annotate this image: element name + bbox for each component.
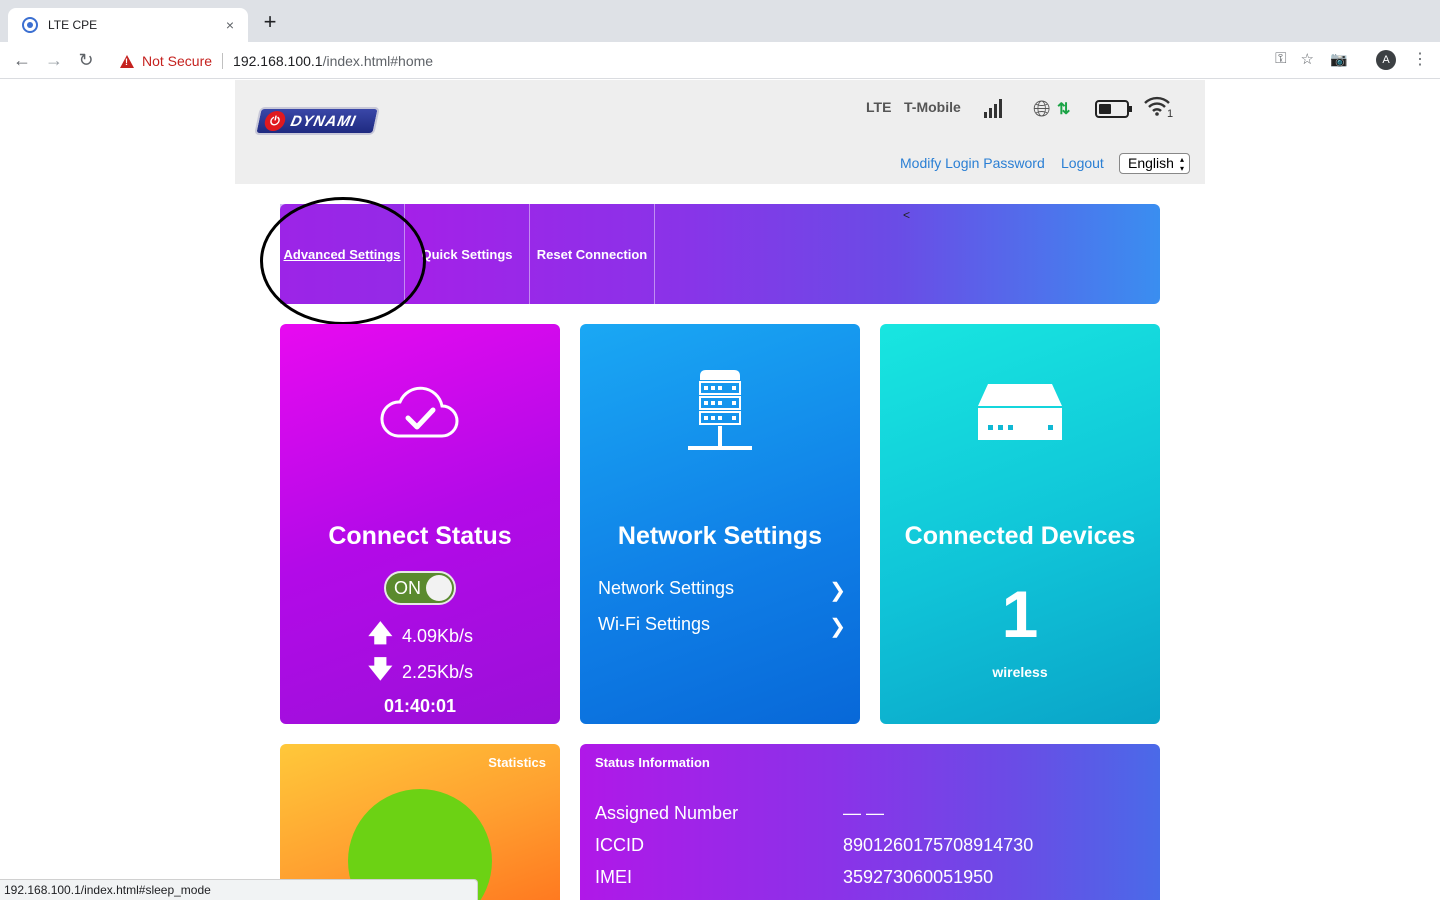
download-speed-row: 🡇 2.25Kb/s <box>368 656 488 687</box>
url-path: /index.html#home <box>322 53 434 69</box>
menu-quick-settings[interactable]: Quick Settings <box>405 204 530 304</box>
network-settings-link-label: Network Settings <box>598 578 735 598</box>
new-tab-button[interactable]: + <box>258 10 282 34</box>
statistics-card: Statistics <box>280 744 560 900</box>
security-indicator[interactable]: Not Secure <box>142 53 212 69</box>
info-label: IMEI <box>595 867 633 887</box>
browser-tab-strip: LTE CPE × + <box>0 0 1440 42</box>
profile-avatar[interactable]: A <box>1376 50 1396 70</box>
internet-globe-icon: 🌐︎ <box>1033 96 1051 121</box>
info-label: ICCID <box>595 835 644 855</box>
connect-status-title: Connect Status <box>328 522 512 550</box>
menu-scroll-caret[interactable]: < <box>903 208 910 222</box>
globe-favicon-icon <box>22 17 38 33</box>
connection-uptime: 01:40:01 <box>383 696 457 716</box>
chevron-right-icon: ❯ <box>829 616 846 638</box>
wifi-client-count: 1 <box>1167 108 1174 120</box>
browser-toolbar: ← → ↻ Not Secure 192.168.100.1 /index.ht… <box>0 42 1440 79</box>
toggle-label: ON <box>394 578 421 598</box>
key-icon[interactable]: ⚿ <box>1275 50 1286 68</box>
battery-icon <box>1095 100 1132 118</box>
upload-speed: 4.09Kb/s <box>402 625 474 646</box>
more-menu-icon[interactable]: ⋮ <box>1412 48 1428 72</box>
connection-toggle[interactable]: ON <box>384 571 456 605</box>
connect-status-card: Connect Status ON 🡅 4.09Kb/s 🡇 2.25Kb/s … <box>280 324 560 724</box>
dynami-logo: ⏻ DYNAMI <box>254 107 380 135</box>
logout-link[interactable]: Logout <box>1061 155 1104 171</box>
power-logo-icon: ⏻ <box>262 111 288 131</box>
forward-arrow-icon[interactable]: → <box>38 44 70 76</box>
warning-icon <box>120 54 134 68</box>
upload-speed-row: 🡅 4.09Kb/s <box>368 620 488 651</box>
reload-icon[interactable]: ↻ <box>70 44 102 76</box>
menu-advanced-settings[interactable]: Advanced Settings <box>280 204 405 304</box>
chevron-right-icon: ❯ <box>829 580 846 602</box>
tab-title: LTE CPE <box>48 18 98 32</box>
url-host: 192.168.100.1 <box>233 53 323 69</box>
connected-devices-title: Connected Devices <box>904 522 1136 550</box>
status-information-card: Status Information Assigned Number — — I… <box>580 744 1160 900</box>
connected-devices-card: Connected Devices 1 wireless <box>880 324 1160 724</box>
info-label: Assigned Number <box>595 803 739 823</box>
network-settings-title: Network Settings <box>617 522 823 550</box>
router-header: ⏻ DYNAMI LTE T-Mobile 🌐︎ ⇅ 1 Modify Logi… <box>235 80 1205 184</box>
omnibox-divider <box>222 53 224 69</box>
signal-strength-icon <box>984 98 1006 118</box>
network-type: LTE <box>866 99 892 115</box>
status-information-title: Status Information <box>595 755 710 770</box>
network-settings-link[interactable]: Network Settings ❯ <box>598 578 846 603</box>
carrier-name: T-Mobile <box>904 99 961 115</box>
close-tab-icon[interactable]: × <box>222 17 238 33</box>
main-menu-bar: Advanced Settings Quick Settings Reset C… <box>280 204 1160 304</box>
cloud-check-icon <box>380 386 459 438</box>
browser-tab[interactable]: LTE CPE × <box>8 8 248 42</box>
wifi-settings-link-label: Wi-Fi Settings <box>598 614 711 634</box>
address-bar[interactable]: Not Secure 192.168.100.1 /index.html#hom… <box>108 46 1326 76</box>
info-value: — — <box>843 803 885 823</box>
camera-icon[interactable]: 📷 <box>1330 51 1347 68</box>
back-arrow-icon[interactable]: ← <box>6 44 38 76</box>
server-icon <box>688 370 752 450</box>
modify-login-password-link[interactable]: Modify Login Password <box>900 155 1045 171</box>
menu-reset-connection[interactable]: Reset Connection <box>530 204 655 304</box>
data-transfer-arrows-icon: ⇅ <box>1057 101 1071 118</box>
language-select[interactable]: English <box>1119 153 1190 174</box>
statistics-title: Statistics <box>488 755 546 770</box>
link-preview-status-bar: 192.168.100.1/index.html#sleep_mode <box>0 879 478 900</box>
download-speed: 2.25Kb/s <box>402 661 474 682</box>
star-icon[interactable]: ☆ <box>1301 50 1314 68</box>
device-type-label: wireless <box>992 664 1048 680</box>
device-count: 1 <box>1001 577 1039 651</box>
download-arrow-icon: 🡇 <box>368 655 393 683</box>
router-device-icon <box>978 384 1062 440</box>
logo-text: DYNAMI <box>289 113 358 130</box>
upload-arrow-icon: 🡅 <box>368 619 393 647</box>
wifi-settings-link[interactable]: Wi-Fi Settings ❯ <box>598 614 846 639</box>
info-value: 8901260175708914730 <box>843 835 1034 855</box>
toggle-knob <box>426 575 452 601</box>
info-value: 359273060051950 <box>843 867 994 887</box>
network-settings-card: Network Settings Network Settings ❯ Wi-F… <box>580 324 860 724</box>
